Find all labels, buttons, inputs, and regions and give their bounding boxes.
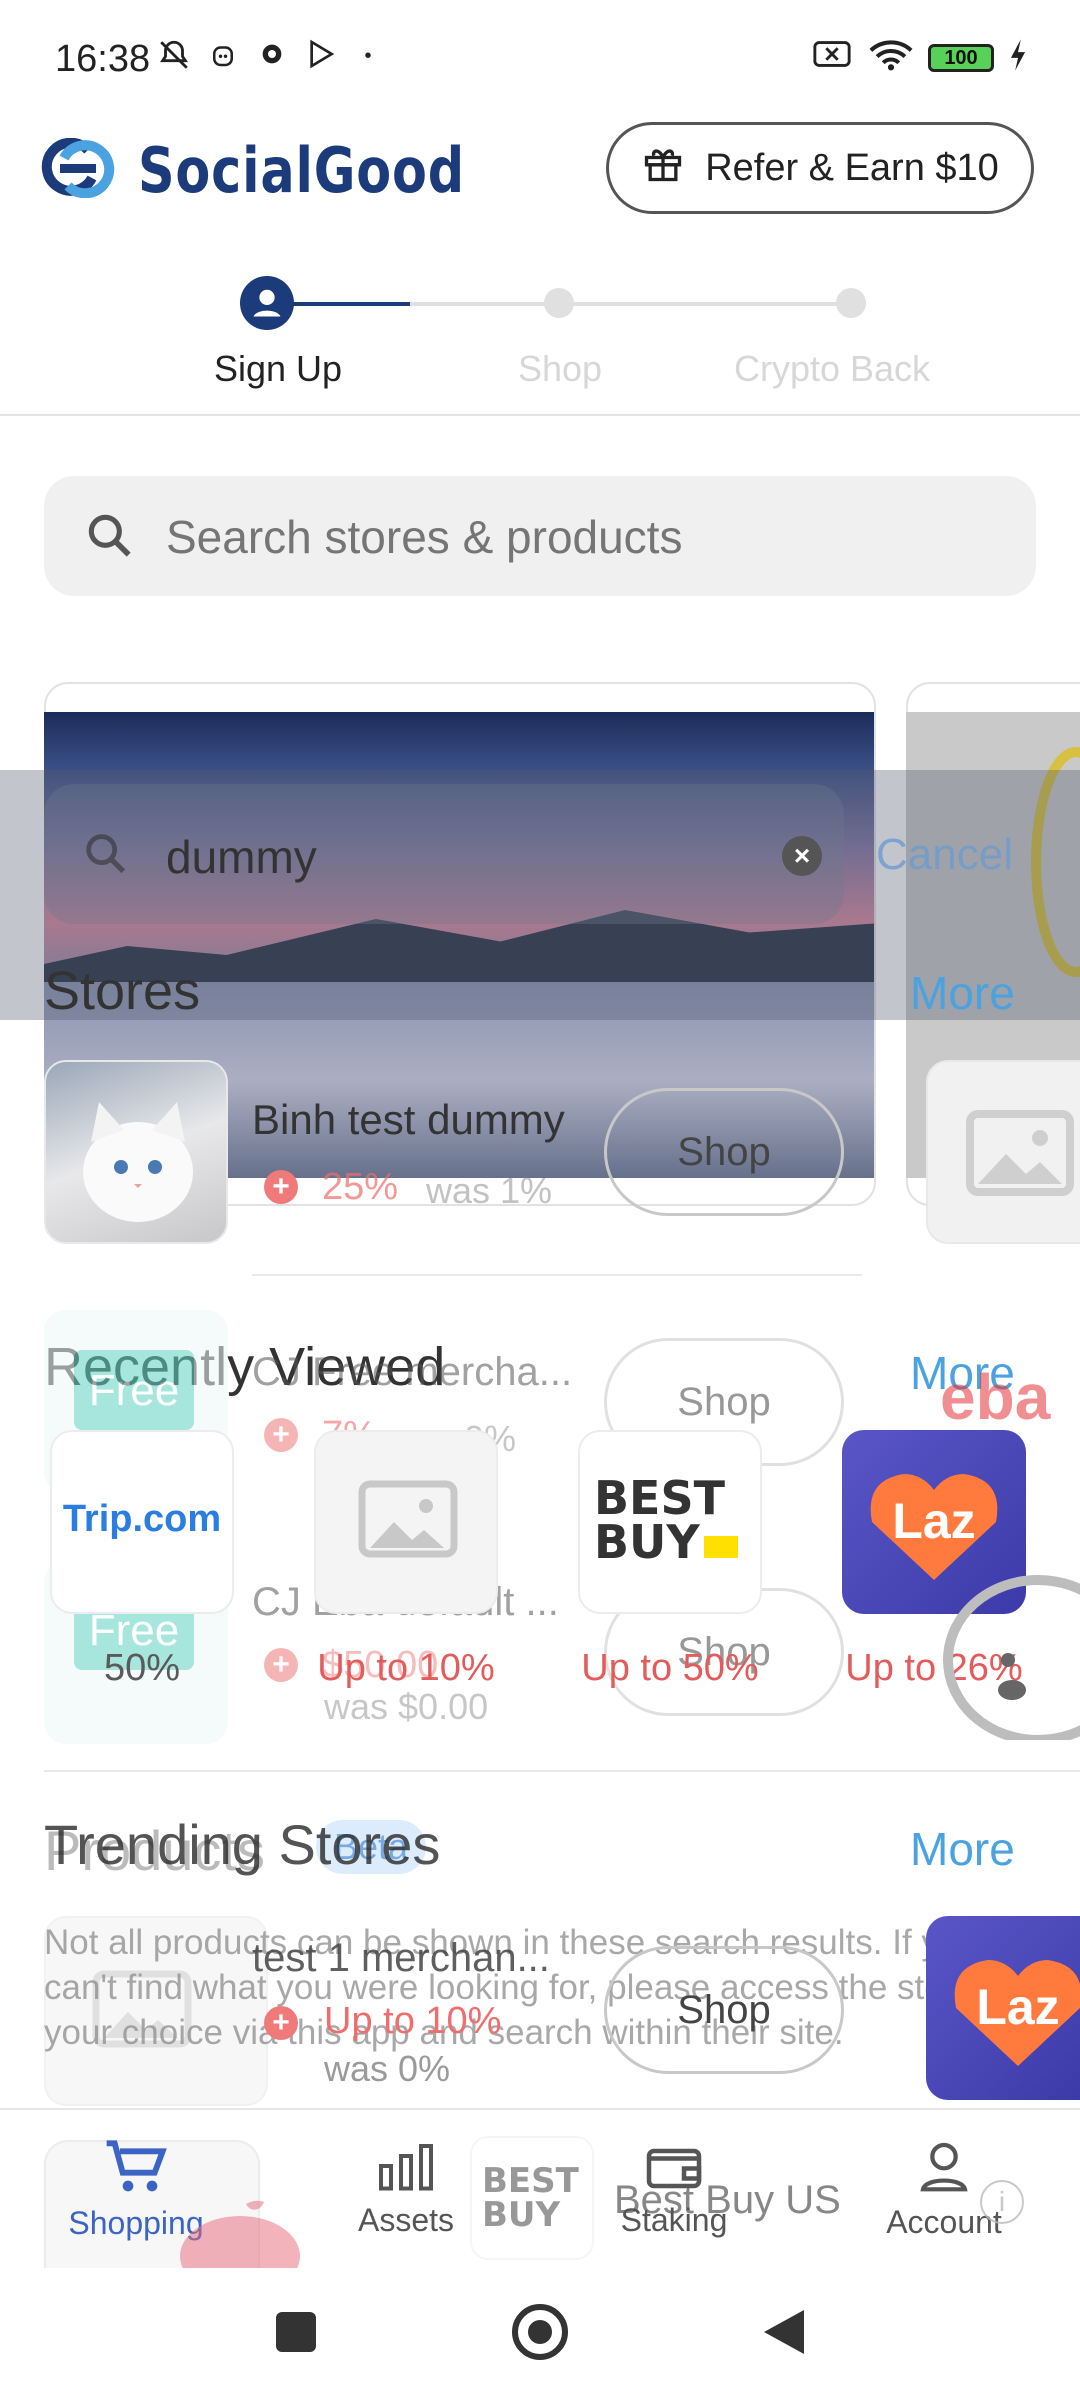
trending-stores-title: Trending Stores — [44, 1813, 441, 1876]
product-name[interactable]: test 1 merchan... — [252, 1936, 550, 1981]
notification-dot-icon: • — [364, 45, 372, 67]
search-bar[interactable]: Search stores & products — [44, 476, 1036, 596]
lazada-logo-icon-2: Laz — [954, 1960, 1080, 2066]
search-placeholder: Search stores & products — [166, 511, 683, 563]
rv-bestbuy-cashback: Up to 50% — [581, 1647, 759, 1689]
ebay-logo-icon: eba — [940, 1361, 1051, 1433]
cart-icon — [104, 2138, 168, 2199]
cashback-plus-icon: + — [264, 1170, 298, 1204]
dog-mascot-icon — [928, 1560, 1080, 1745]
search-icon — [82, 508, 138, 569]
row-divider — [252, 1274, 862, 1276]
trip-logo: Trip.com — [62, 1498, 222, 1540]
product-shop-button[interactable]: Shop — [604, 1946, 844, 2074]
rv-trip-cashback: 50% — [103, 1647, 181, 1689]
mute-icon — [156, 38, 192, 74]
trending-laz-card[interactable]: Laz — [926, 1916, 1080, 2100]
bottom-navigation: Shopping Assets Staking Account BEST BUY … — [0, 2108, 1080, 2296]
overlay-search-bar[interactable]: dummy × — [44, 784, 844, 924]
bestbuy-ghost-logo-icon: BEST BUY — [470, 2136, 594, 2260]
svg-text:Laz: Laz — [976, 1979, 1059, 2035]
store-was-3: was $0.00 — [324, 1686, 489, 1727]
cashback-plus-icon-3: + — [264, 1648, 298, 1682]
store-name[interactable]: Binh test dummy — [252, 1096, 565, 1144]
shop-step-dot — [544, 288, 574, 318]
back-icon[interactable] — [760, 2308, 806, 2361]
image-placeholder-icon — [926, 1060, 1080, 1244]
wifi-icon — [866, 38, 916, 74]
apple-logo-icon — [170, 2196, 310, 2296]
robot-icon — [205, 38, 241, 74]
brand-logo-icon — [40, 137, 116, 199]
recent-apps-icon[interactable] — [276, 2312, 316, 2352]
store-name-2[interactable]: CJ Free mercha... — [252, 1350, 572, 1395]
settings-gear-icon — [254, 38, 290, 74]
cashback-plus-icon-4: + — [264, 2006, 298, 2040]
charging-bolt-icon — [1000, 38, 1036, 74]
rv-bestbuy-card[interactable]: BEST BUY — [578, 1430, 762, 1614]
rv-trip-card[interactable]: Trip.com — [50, 1430, 234, 1614]
rv-placeholder-card[interactable] — [314, 1430, 498, 1614]
clear-search-icon[interactable]: × — [782, 836, 822, 876]
signup-step-user-icon — [240, 276, 294, 330]
info-icon[interactable]: i — [980, 2180, 1024, 2224]
gift-icon — [641, 141, 685, 195]
section-divider — [44, 1770, 1080, 1772]
store-was: was 1% — [426, 1170, 553, 1211]
store-cashback: 25% — [322, 1166, 399, 1208]
product-was: was 0% — [324, 2048, 451, 2089]
bestbuy-logo-icon: BEST BUY — [594, 1475, 760, 1565]
rv-placeholder-cashback: Up to 10% — [317, 1647, 495, 1689]
battery-icon: 100 — [928, 44, 994, 72]
header-divider — [0, 414, 1080, 416]
stores-more-link[interactable]: More — [910, 966, 1015, 1020]
store-thumb-cat — [44, 1060, 228, 1244]
image-placeholder-icon-2 — [358, 1480, 458, 1558]
no-sim-icon — [812, 38, 851, 74]
step-crypto-label[interactable]: Crypto Back — [682, 348, 982, 390]
status-bar: 16:38 • 100 — [0, 0, 1080, 120]
system-navigation-bar — [0, 2268, 1080, 2400]
step-signup-label[interactable]: Sign Up — [128, 348, 428, 390]
cashback-plus-icon-2: + — [264, 1418, 298, 1452]
bar-chart-icon — [376, 2141, 436, 2196]
step-shop-label[interactable]: Shop — [410, 348, 710, 390]
best-buy-us-label: Best Buy US — [614, 2178, 841, 2222]
store-shop-button[interactable]: Shop — [604, 1088, 844, 1216]
home-icon[interactable] — [512, 2304, 568, 2360]
product-cashback: Up to 10% — [324, 2000, 502, 2042]
play-store-icon — [303, 38, 339, 74]
battery-level: 100 — [944, 47, 978, 69]
svg-text:Laz: Laz — [892, 1493, 975, 1549]
brand-name: SocialGood — [138, 134, 466, 207]
overlay-search-query: dummy — [166, 831, 317, 883]
refer-earn-label: Refer & Earn $10 — [705, 146, 999, 189]
refer-earn-button[interactable]: Refer & Earn $10 — [606, 122, 1034, 214]
svg-text:Free: Free — [89, 1366, 179, 1415]
cancel-search-button[interactable]: Cancel — [876, 830, 1013, 880]
nav-assets-label: Assets — [357, 2202, 455, 2238]
crypto-step-dot — [836, 288, 866, 318]
trending-more-link[interactable]: More — [910, 1822, 1015, 1876]
user-icon — [916, 2139, 972, 2198]
stores-section-title: Stores — [44, 961, 201, 1021]
overlay-search-icon — [80, 828, 132, 885]
status-time: 16:38 — [55, 38, 151, 80]
step-track-line — [410, 302, 850, 306]
